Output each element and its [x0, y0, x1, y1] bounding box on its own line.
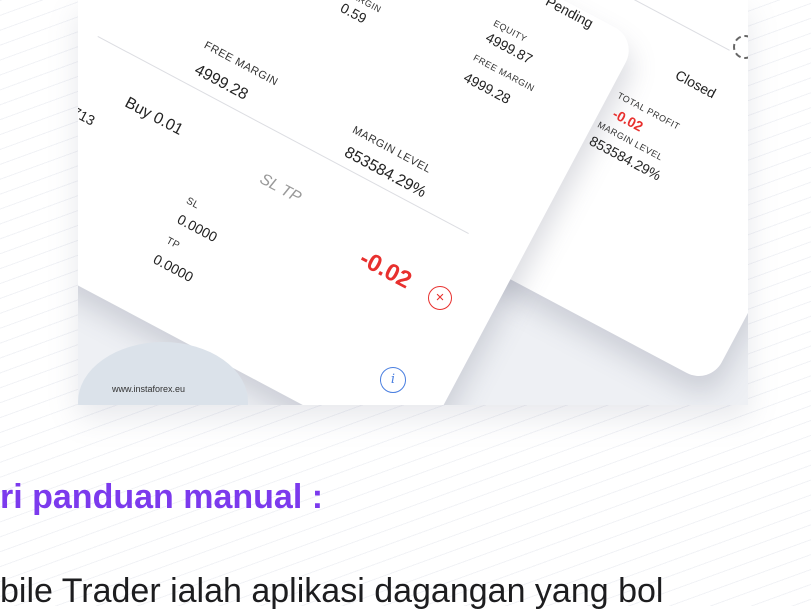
tp-value: 0.0000 [150, 250, 197, 286]
info-icon[interactable]: i [380, 367, 406, 393]
tp-label: TP [164, 235, 182, 252]
watermark-blob [78, 342, 248, 405]
sl-label: SL [184, 195, 202, 212]
front-card-divider [97, 36, 469, 235]
close-circle-icon[interactable]: × [428, 286, 452, 310]
tab-pending[interactable]: Pending [543, 0, 596, 31]
sl-tp-header: SL TP [256, 170, 304, 207]
section-paragraph: bile Trader ialah aplikasi dagangan yang… [0, 572, 664, 610]
back-tab-divider [632, 0, 730, 51]
gear-icon[interactable] [733, 35, 748, 59]
sl-value: 0.0000 [174, 210, 221, 246]
hero-image: MARGIN 0.59 EQUITY 4999.87 FREE MARGIN 4… [78, 0, 748, 405]
watermark-url: www.instaforex.eu [112, 384, 186, 394]
order-type: Buy 0.01 [121, 94, 186, 139]
tab-closed[interactable]: Closed [673, 67, 719, 102]
section-heading: ri panduan manual : [0, 478, 324, 516]
order-id-fragment: 713 [78, 103, 98, 129]
order-profit-value: -0.02 [355, 244, 417, 295]
